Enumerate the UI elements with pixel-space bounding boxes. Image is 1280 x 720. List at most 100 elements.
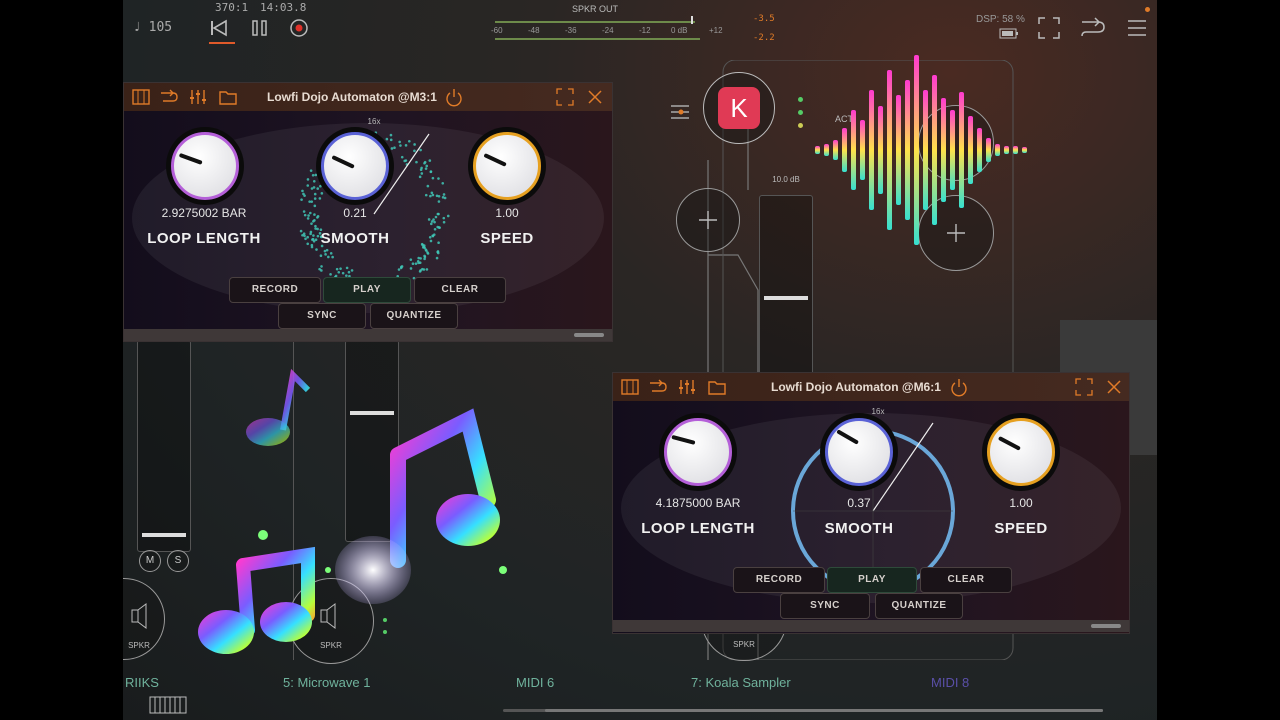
speaker-label: SPKR	[128, 641, 150, 650]
routing-icon[interactable]	[159, 88, 179, 106]
ring-particle	[409, 258, 413, 261]
volume-fader-handle[interactable]	[764, 296, 808, 300]
ring-particle	[404, 144, 408, 147]
ring-particle	[415, 160, 418, 164]
meter-title: SPKR OUT	[571, 4, 618, 14]
ring-particle	[324, 253, 327, 256]
meter-peak	[691, 16, 693, 24]
mute-button[interactable]: M	[139, 550, 161, 572]
ring-particle	[426, 184, 430, 188]
piano-icon[interactable]	[132, 88, 150, 106]
keyboard-icon[interactable]	[149, 696, 187, 714]
knob-face	[171, 132, 239, 200]
add-slot-button[interactable]	[676, 188, 740, 252]
meter-scale-tick: -36	[565, 26, 577, 35]
quantize-button[interactable]: QUANTIZE	[370, 303, 458, 329]
close-icon[interactable]	[586, 88, 604, 106]
ring-particle	[318, 197, 322, 200]
zoom-label: 16x	[367, 117, 381, 126]
clear-button[interactable]: CLEAR	[920, 567, 1012, 593]
routing-icon[interactable]	[648, 378, 668, 396]
meter-scale-tick: +12	[709, 26, 723, 35]
ring-particle	[306, 178, 310, 181]
mixer-settings-icon[interactable]	[669, 100, 693, 124]
sync-button[interactable]: SYNC	[278, 303, 366, 329]
record-icon[interactable]	[289, 18, 309, 38]
automaton-panel-1: Lowfi Dojo Automaton @M3:1 16x 2.9275002…	[123, 82, 613, 342]
meter-scale-tick: -60	[491, 26, 503, 35]
track-name[interactable]: MIDI 8	[931, 675, 969, 690]
expand-icon[interactable]	[1075, 378, 1093, 396]
loop-length-value: 4.1875000 BAR	[655, 496, 741, 510]
sliders-icon[interactable]	[188, 88, 208, 106]
record-button[interactable]: RECORD	[733, 567, 825, 593]
power-icon[interactable]	[444, 87, 464, 107]
folder-icon[interactable]	[707, 378, 727, 396]
ring-particle	[434, 215, 438, 219]
folder-icon[interactable]	[218, 88, 238, 106]
panel-title: Lowfi Dojo Automaton @M3:1	[267, 90, 437, 104]
ring-particle	[389, 133, 393, 137]
ring-particle	[423, 255, 427, 259]
tempo-display[interactable]: ♩ 105	[133, 20, 172, 35]
ring-particle	[436, 212, 440, 216]
meter-scale-tick: -48	[528, 26, 540, 35]
ring-particle	[437, 194, 441, 198]
resize-handle[interactable]	[574, 333, 604, 337]
waveform-bar	[995, 144, 1000, 156]
play-button[interactable]: PLAY	[827, 567, 917, 593]
waveform-bar	[968, 116, 973, 184]
track-name[interactable]: 7: Koala Sampler	[691, 675, 791, 690]
speed-knob[interactable]	[468, 127, 546, 205]
close-icon[interactable]	[1105, 378, 1123, 396]
track-name[interactable]: 5: Microwave 1	[283, 675, 370, 690]
volume-fader-track[interactable]	[759, 195, 813, 377]
scrollbar-thumb[interactable]	[545, 709, 1103, 712]
status-led	[798, 123, 803, 128]
fader-db-label: 10.0 dB	[772, 175, 800, 184]
resize-handle[interactable]	[1091, 624, 1121, 628]
menu-icon[interactable]	[1126, 17, 1148, 39]
waveform-visualizer	[815, 55, 1027, 245]
sliders-icon[interactable]	[677, 378, 697, 396]
speed-knob[interactable]	[982, 413, 1060, 491]
ring-particle	[389, 138, 393, 142]
routing-icon[interactable]	[1080, 16, 1106, 40]
waveform-bar	[1004, 146, 1009, 154]
status-led	[798, 97, 803, 102]
pause-icon[interactable]	[250, 18, 270, 38]
smooth-knob[interactable]	[316, 127, 394, 205]
smooth-label: SMOOTH	[824, 520, 894, 537]
ring-particle	[308, 200, 311, 203]
ring-particle	[428, 159, 432, 162]
track-name[interactable]: RIIKS	[125, 675, 159, 690]
ring-particle	[409, 267, 413, 270]
ring-particle	[312, 219, 315, 223]
speaker-output-left[interactable]: SPKR	[123, 578, 165, 660]
quantize-button[interactable]: QUANTIZE	[875, 593, 963, 619]
fullscreen-icon[interactable]	[1037, 16, 1061, 40]
ring-particle	[426, 252, 430, 255]
play-button[interactable]: PLAY	[323, 277, 411, 303]
record-button[interactable]: RECORD	[229, 277, 321, 303]
power-icon[interactable]	[949, 377, 969, 397]
horizontal-scrollbar[interactable]	[503, 709, 1103, 712]
rewind-icon[interactable]	[209, 18, 229, 38]
loop-length-knob[interactable]	[166, 127, 244, 205]
track-name[interactable]: MIDI 6	[516, 675, 554, 690]
piano-icon[interactable]	[621, 378, 639, 396]
waveform-bar	[851, 110, 856, 190]
smooth-knob[interactable]	[820, 413, 898, 491]
sync-button[interactable]: SYNC	[780, 593, 870, 619]
ring-particle	[345, 266, 349, 270]
meter-bar-left	[495, 21, 695, 23]
instrument-slot[interactable]: K	[703, 72, 775, 144]
ring-particle	[319, 254, 323, 257]
ring-particle	[430, 191, 434, 195]
expand-icon[interactable]	[556, 88, 574, 106]
clear-button[interactable]: CLEAR	[414, 277, 506, 303]
loop-length-knob[interactable]	[659, 413, 737, 491]
ring-particle	[316, 187, 320, 190]
waveform-bar	[842, 128, 847, 172]
ring-particle	[419, 168, 423, 172]
